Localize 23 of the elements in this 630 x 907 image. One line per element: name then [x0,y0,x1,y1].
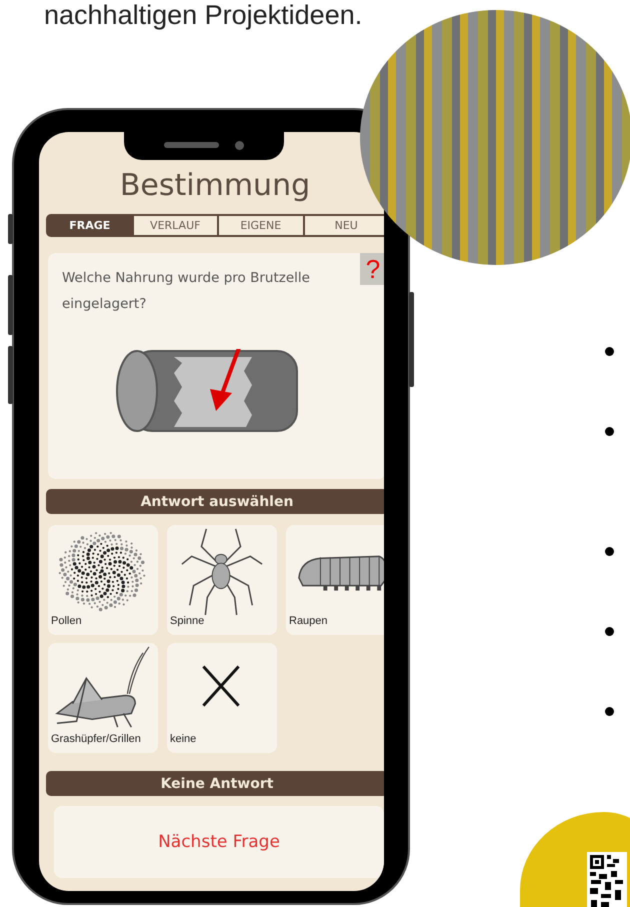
next-question-button[interactable]: Nächste Frage [54,806,384,878]
speaker-icon [164,142,219,148]
qr-code-icon [584,852,630,907]
bullet-icon [605,427,614,436]
answer-option[interactable]: Grashüpfer/Grillen [48,643,158,753]
answer-option[interactable]: keine [167,643,277,753]
question-text: Welche Nahrung wurde pro Brutzelle eingelagert? [62,269,311,314]
tab[interactable]: EIGENE [217,216,302,235]
section-header: Antwort auswählen [46,489,384,514]
bullet-icon [605,347,614,356]
tab[interactable]: NEU [302,216,384,235]
answer-option[interactable]: Spinne [167,525,277,635]
bullet-icon [605,547,614,556]
bullet-icon [605,707,614,716]
bullet-icon [605,627,614,636]
tab[interactable]: FRAGE [48,216,132,235]
answer-option[interactable]: Pollen [48,525,158,635]
camera-icon [235,140,244,150]
no-answer-button[interactable]: Keine Antwort [46,771,384,796]
tab[interactable]: VERLAUF [132,216,217,235]
answer-option[interactable]: Raupen [286,525,384,635]
heading-text: nachhaltigen Projektideen. [44,0,362,30]
app-title: Bestimmung [120,167,310,205]
